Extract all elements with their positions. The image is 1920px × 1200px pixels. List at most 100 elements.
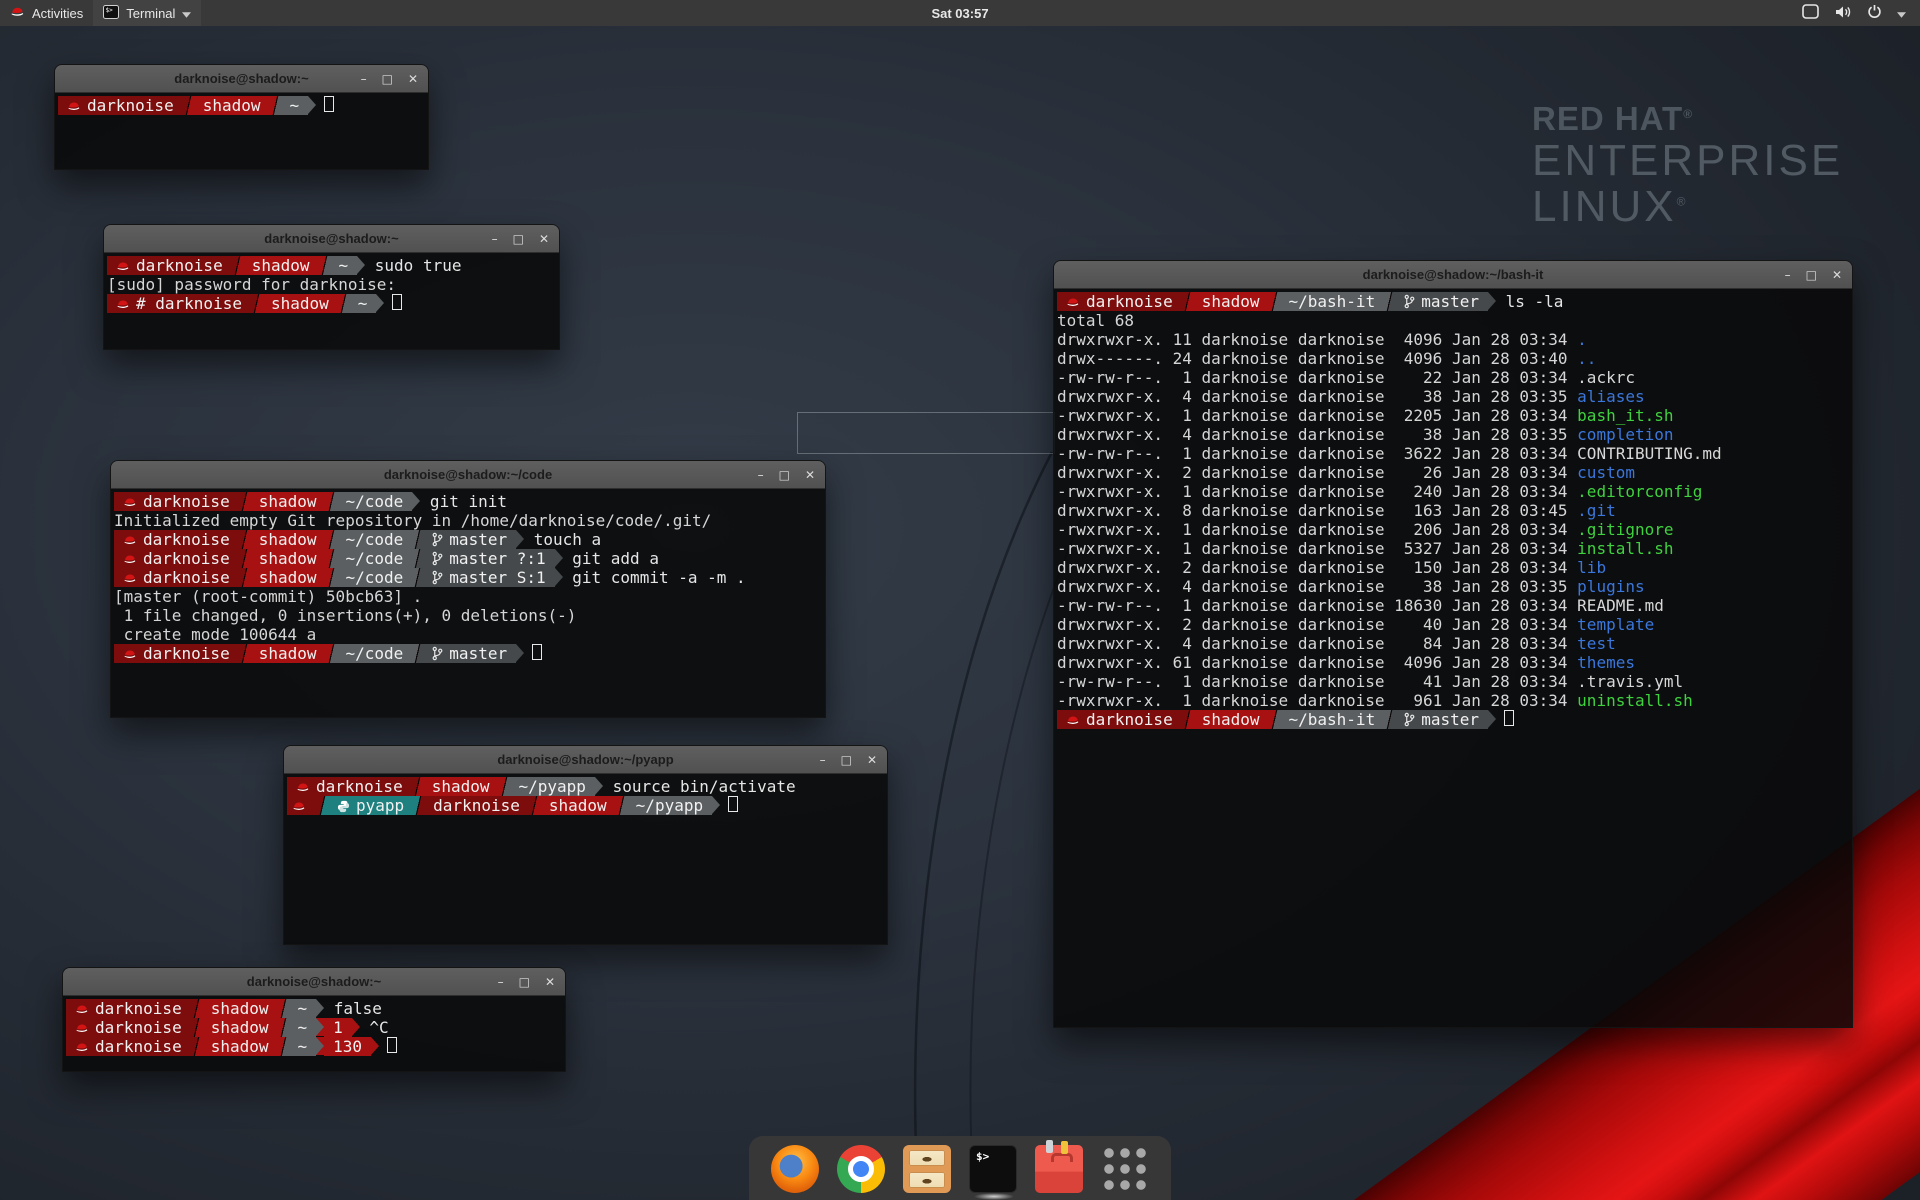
titlebar[interactable]: darknoise@shadow:~/code– □ ✕ [111,461,825,489]
segment-separator [1488,292,1496,310]
chrome-icon[interactable] [837,1145,885,1193]
minimize-button[interactable]: – [492,233,498,245]
prompt-segment: ~ [281,96,309,115]
prompt-segment: darknoise [58,96,183,115]
close-button[interactable]: ✕ [408,73,418,85]
prompt-segment: ~/code [337,530,413,549]
files-icon[interactable] [903,1145,951,1193]
system-status-area[interactable] [1796,0,1912,26]
git-branch-icon [432,570,443,585]
maximize-button[interactable]: □ [1806,269,1817,281]
ls-row: -rwxrwxr-x. 1 darknoise darknoise 206 Ja… [1057,520,1850,539]
segment-separator [270,96,281,115]
prompt-segment: shadow [1193,292,1269,311]
ls-row: drwx------. 24 darknoise darknoise 4096 … [1057,349,1850,368]
app-menu-terminal[interactable]: $> Terminal [93,0,201,26]
redhat-icon [123,571,137,585]
titlebar[interactable]: darknoise@shadow:~–□✕ [55,65,428,93]
segment-separator [499,777,510,796]
file-name: aliases [1577,387,1644,406]
maximize-button[interactable]: □ [513,233,524,245]
prompt-segment: master [423,644,516,663]
rhel-logo: RED HAT® ENTERPRISE LINUX® [1532,100,1843,230]
terminal-content[interactable]: darknoiseshadow~ falsedarknoiseshadow~1 … [63,996,565,1072]
prompt-segment: ~ [330,256,358,275]
file-name: .. [1577,349,1596,368]
prompt-segment: darknoise [66,999,191,1018]
terminal-window-t5[interactable]: darknoise@shadow:~–□✕darknoiseshadow~ fa… [62,967,566,1072]
ls-row: -rw-rw-r--. 1 darknoise darknoise 3622 J… [1057,444,1850,463]
terminal-window-t2[interactable]: darknoise@shadow:~–□✕darknoiseshadow~ su… [103,224,560,350]
terminal-content[interactable]: darknoiseshadow~/pyapp source bin/activa… [284,774,887,945]
maximize-button[interactable]: □ [519,976,530,988]
ls-row: -rwxrwxr-x. 1 darknoise darknoise 5327 J… [1057,539,1850,558]
maximize-button[interactable]: □ [382,73,393,85]
segment-separator [1384,292,1395,311]
toolbox-icon[interactable] [1035,1145,1083,1193]
prompt-segment: shadow [202,1037,278,1056]
terminal-content[interactable]: darknoiseshadow~/code git initInitialize… [111,489,825,718]
segment-separator [326,549,337,568]
segment-separator [316,999,324,1017]
window-buttons: – □ ✕ [820,746,877,773]
command-text: git commit -a -m . [563,568,746,587]
file-name: .editorconfig [1577,482,1702,501]
maximize-button[interactable]: □ [779,469,790,481]
minimize-button[interactable]: – [820,754,826,766]
prompt-segment: darknoise [114,492,239,511]
titlebar[interactable]: darknoise@shadow:~–□✕ [63,968,565,996]
prompt-line: darknoiseshadow~/codemaster [114,644,823,663]
redhat-icon [292,799,306,813]
minimize-button[interactable]: – [361,73,367,85]
prompt-line: pyappdarknoiseshadow~/pyapp [287,796,885,815]
clock[interactable]: Sat 03:57 [931,6,988,21]
prompt-segment: shadow [250,549,326,568]
terminal-glyph: $> [976,1150,989,1163]
prompt-segment: ~/code [337,644,413,663]
prompt-segment: ~/pyapp [627,796,712,815]
ls-row: drwxrwxr-x. 2 darknoise darknoise 150 Ja… [1057,558,1850,577]
terminal-window-t1[interactable]: darknoise@shadow:~–□✕darknoiseshadow~ [54,64,429,170]
close-button[interactable]: ✕ [539,233,549,245]
firefox-icon[interactable] [771,1145,819,1193]
prompt-segment: ~/code [337,568,413,587]
window-title: darknoise@shadow:~/code [111,467,825,482]
redhat-icon [1066,295,1080,309]
minimize-button[interactable]: – [758,469,764,481]
close-button[interactable]: ✕ [1832,269,1842,281]
close-button[interactable]: ✕ [545,976,555,988]
segment-separator [239,549,250,568]
output-line: [master (root-commit) 50bcb63] . [114,587,823,606]
close-button[interactable]: ✕ [867,754,877,766]
terminal-window-t6[interactable]: darknoise@shadow:~/bash-it–□✕darknoisesh… [1053,260,1853,1028]
terminal-content[interactable]: darknoiseshadow~/bash-itmaster ls -latot… [1054,289,1852,1028]
maximize-button[interactable]: □ [841,754,852,766]
prompt-segment: ~/bash-it [1280,710,1385,729]
segment-separator [278,1037,289,1056]
terminal-cursor [1504,710,1514,726]
desktop: RED HAT® ENTERPRISE LINUX® Activities $>… [0,0,1920,1200]
redhat-icon [123,552,137,566]
appgrid-icon[interactable] [1101,1145,1149,1193]
segment-separator [239,644,250,663]
file-name: .gitignore [1577,520,1673,539]
segment-separator [413,796,424,815]
segment-separator [1269,292,1280,311]
terminal-content[interactable]: darknoiseshadow~ sudo true[sudo] passwor… [104,253,559,350]
terminal-window-t4[interactable]: darknoise@shadow:~/pyapp–□✕darknoiseshad… [283,745,888,945]
prompt-line: darknoiseshadow~ false [66,999,563,1018]
segment-separator [191,1018,202,1037]
minimize-button[interactable]: – [498,976,504,988]
titlebar[interactable]: darknoise@shadow:~–□✕ [104,225,559,253]
titlebar[interactable]: darknoise@shadow:~/bash-it–□✕ [1054,261,1852,289]
activities-button[interactable]: Activities [0,0,93,26]
terminal-window-t3[interactable]: darknoise@shadow:~/code– □ ✕ darknoise shado… [110,460,826,718]
minimize-button[interactable]: – [1785,269,1791,281]
terminal-content[interactable]: darknoiseshadow~ [55,93,428,170]
terminal-icon[interactable]: $> [969,1145,1017,1193]
segment-separator [191,999,202,1018]
window-buttons: – □ ✕ [498,968,555,995]
command-text: source bin/activate [603,777,796,796]
close-button[interactable]: ✕ [805,469,815,481]
titlebar[interactable]: darknoise@shadow:~/pyapp–□✕ [284,746,887,774]
